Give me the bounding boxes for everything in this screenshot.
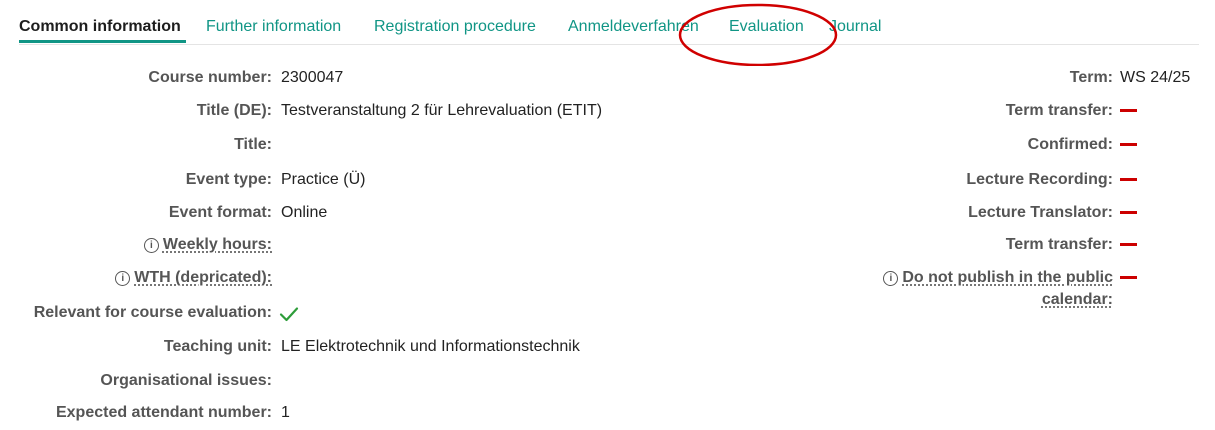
info-icon[interactable]: i [115,271,131,286]
lecture-translator-label: Lecture Translator: [968,204,1113,221]
title-de-row: Title (DE): [0,99,272,123]
course-number-value: 2300047 [281,69,344,86]
confirmed-label: Confirmed: [1027,136,1113,153]
title-de-value: Testveranstaltung 2 für Lehrevaluation (… [281,102,603,119]
lecture-recording-dash [1120,168,1137,192]
term-row: Term: [800,66,1113,90]
tab-journal[interactable]: Journal [829,17,881,37]
do-not-publish-dash [1120,266,1137,290]
do-not-publish-row-2: calendar: [800,288,1113,312]
relevant-eval-label: Relevant for course evaluation: [33,304,272,321]
checkmark-icon [279,302,301,326]
lecture-recording-label: Lecture Recording: [966,171,1113,188]
wth-label-wrap: i WTH (depricated): [115,266,272,290]
do-not-publish-label-line2[interactable]: calendar: [1042,288,1113,312]
dash-icon [1120,109,1137,113]
active-tab-indicator [19,40,186,43]
tab-common-information[interactable]: Common information [19,17,181,37]
wth-label[interactable]: WTH (depricated): [134,269,272,286]
event-type-label: Event type: [185,171,272,188]
expected-attendant-row: Expected attendant number: [0,401,272,425]
term-value: WS 24/25 [1120,69,1191,86]
term-transfer-row: Term transfer: [800,99,1113,123]
tab-anmeldeverfahren[interactable]: Anmeldeverfahren [568,17,699,37]
tab-registration-procedure[interactable]: Registration procedure [374,17,536,37]
do-not-publish-label-line1[interactable]: Do not publish in the public [902,269,1113,286]
term-transfer-2-row: Term transfer: [800,233,1113,257]
tab-bar: Common information Further information R… [19,0,1199,45]
event-format-row: Event format: [0,201,272,225]
term-transfer-label: Term transfer: [1005,102,1113,119]
dash-icon [1120,211,1137,215]
dash-icon [1120,143,1137,147]
lecture-recording-row: Lecture Recording: [800,168,1113,192]
teaching-unit-label: Teaching unit: [163,338,272,355]
expected-attendant-label: Expected attendant number: [55,404,272,421]
event-format-label: Event format: [168,204,272,221]
tab-further-information[interactable]: Further information [206,17,341,37]
title-label: Title: [234,136,272,153]
course-number-label: Course number: [148,69,272,86]
confirmed-row: Confirmed: [800,133,1113,157]
teaching-unit-row: Teaching unit: [0,335,272,359]
course-number-row: Course number: [0,66,272,90]
dash-icon [1120,276,1137,280]
weekly-hours-label-wrap: i Weekly hours: [143,233,272,257]
weekly-hours-row: i Weekly hours: [0,233,272,257]
tab-evaluation[interactable]: Evaluation [729,17,804,37]
info-icon[interactable]: i [883,271,899,286]
weekly-hours-label[interactable]: Weekly hours: [163,236,272,253]
org-issues-row: Organisational issues: [0,369,272,393]
event-type-value: Practice (Ü) [281,171,366,188]
title-row: Title: [0,133,272,157]
expected-attendant-value: 1 [281,404,290,421]
event-format-value: Online [281,204,328,221]
org-issues-label: Organisational issues: [100,372,272,389]
relevant-eval-row: Relevant for course evaluation: [0,301,272,325]
event-type-row: Event type: [0,168,272,192]
lecture-translator-dash [1120,201,1137,225]
title-de-label: Title (DE): [196,102,272,119]
do-not-publish-label-wrap: i Do not publish in the public [883,266,1113,290]
dash-icon [1120,243,1137,247]
info-icon[interactable]: i [143,238,159,253]
term-transfer-dash [1120,99,1137,123]
term-transfer-2-dash [1120,233,1137,257]
confirmed-dash [1120,133,1137,157]
teaching-unit-value: LE Elektrotechnik und Informationstechni… [281,338,580,355]
wth-row: i WTH (depricated): [0,266,272,290]
lecture-translator-row: Lecture Translator: [800,201,1113,225]
do-not-publish-row: i Do not publish in the public [800,266,1113,290]
dash-icon [1120,178,1137,182]
term-transfer-2-label: Term transfer: [1005,236,1113,253]
term-label: Term: [1069,69,1113,86]
